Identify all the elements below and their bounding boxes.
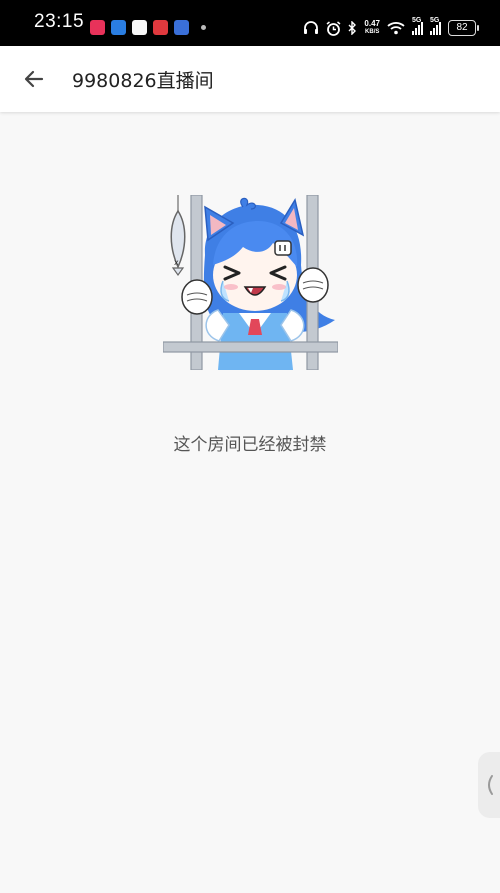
signal-2-label: 5G	[430, 16, 440, 24]
signal-strength-1: 5G	[412, 17, 423, 35]
headphones-icon	[304, 21, 319, 34]
bluetooth-app-icon	[111, 20, 126, 35]
banned-illustration: x	[162, 194, 339, 371]
back-button[interactable]	[18, 63, 50, 95]
edge-sidebar-handle[interactable]	[478, 752, 500, 818]
wifi-icon	[387, 22, 405, 35]
app-bar: 9980826直播间	[0, 46, 500, 112]
system-icons: 0.47 KB/S 5G 5G 82	[303, 17, 479, 36]
app-notification-icon	[174, 20, 189, 35]
banned-message: 这个房间已经被封禁	[173, 435, 327, 455]
app-notification-icon	[132, 20, 147, 35]
notification-icons	[90, 20, 206, 35]
status-time: 23:15	[34, 11, 85, 32]
app-notification-icon	[153, 20, 168, 35]
battery-indicator: 82	[448, 20, 479, 36]
app-notification-icon	[90, 20, 105, 35]
network-speed: 0.47 KB/S	[364, 20, 380, 36]
alarm-icon	[326, 20, 341, 36]
signal-strength-2: 5G	[430, 17, 441, 35]
status-bar: 23:15 0.47 KB/S 5G 5G 82	[0, 0, 500, 46]
svg-text:x: x	[174, 258, 179, 267]
bluetooth-icon	[348, 21, 357, 35]
crying-catgirl-behind-bars-illustration: x	[162, 194, 339, 371]
more-notifications-dot-icon	[201, 25, 206, 30]
network-speed-unit: KB/S	[365, 29, 380, 35]
arrow-left-icon	[24, 70, 44, 88]
signal-1-label: 5G	[412, 16, 422, 24]
network-speed-value: 0.47	[364, 19, 380, 28]
chevron-left-icon	[488, 775, 493, 795]
page-title: 9980826直播间	[72, 70, 214, 92]
